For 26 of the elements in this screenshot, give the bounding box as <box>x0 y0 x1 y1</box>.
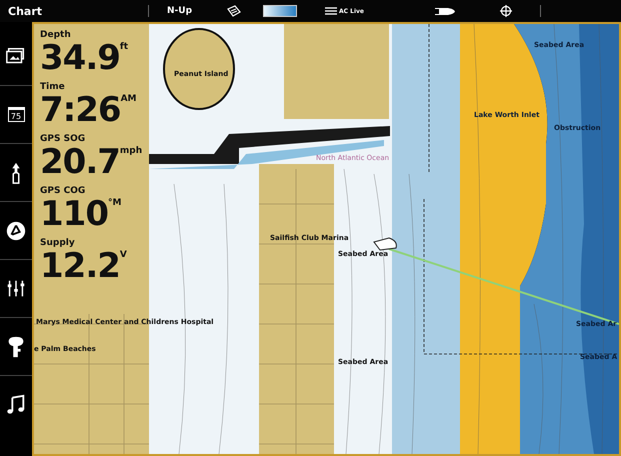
data-value: 34.9 <box>40 40 120 76</box>
waypoint-icon[interactable] <box>5 220 27 242</box>
sliders-icon <box>325 6 337 16</box>
data-unit: °M <box>108 198 122 208</box>
data-value: 110 <box>40 196 108 232</box>
boat-icon <box>374 238 397 250</box>
data-unit: V <box>120 250 127 260</box>
data-unit: ft <box>120 42 128 52</box>
color-palette-swatch[interactable] <box>263 5 297 17</box>
data-label: Depth <box>40 30 72 40</box>
temperature-button[interactable]: 75 <box>8 107 24 122</box>
data-unit: mph <box>120 146 142 156</box>
data-label: GPS SOG <box>40 134 86 144</box>
data-value: 20.7 <box>40 144 120 180</box>
data-label: Time <box>40 82 66 92</box>
screen-title: Chart <box>7 4 44 18</box>
crosshair-icon[interactable] <box>500 5 512 17</box>
data-label: GPS COG <box>40 186 86 196</box>
data-label: Supply <box>40 238 76 248</box>
data-value: 12.2 <box>40 248 120 284</box>
boat-icon[interactable] <box>434 6 456 16</box>
data-value: 7:26 <box>40 92 121 128</box>
chart-icon[interactable] <box>227 5 241 17</box>
data-unit: AM <box>120 94 136 104</box>
orientation-button[interactable]: N-Up <box>167 6 227 16</box>
music-note-icon[interactable] <box>5 394 27 416</box>
